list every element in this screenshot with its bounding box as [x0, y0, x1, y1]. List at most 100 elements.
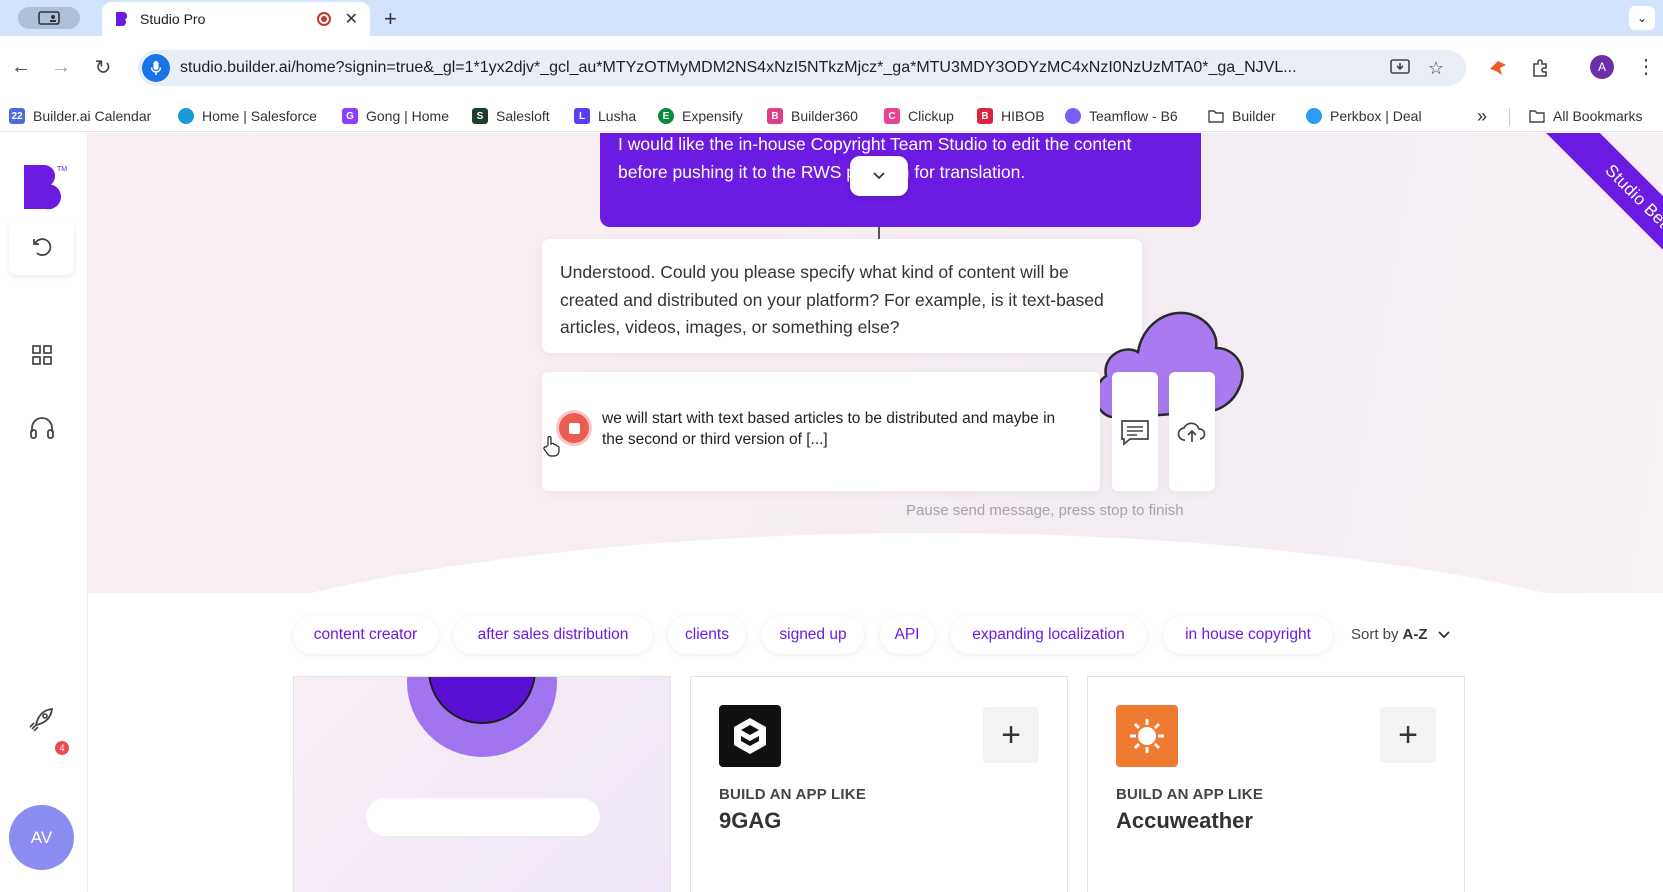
- filter-chip[interactable]: expanding localization: [950, 616, 1147, 654]
- user-avatar[interactable]: AV: [9, 805, 74, 870]
- filter-chip[interactable]: signed up: [762, 616, 864, 654]
- filter-chip[interactable]: in house copyright: [1163, 616, 1333, 654]
- filter-chip[interactable]: API: [880, 616, 934, 654]
- bookmarks-bar: 22 Builder.ai Calendar Home | Salesforce …: [0, 100, 1663, 132]
- thread-connector: [878, 227, 880, 239]
- browser-tab-active[interactable]: Studio Pro ✕: [102, 2, 370, 36]
- reload-icon[interactable]: ↻: [90, 54, 116, 80]
- bookmark-item[interactable]: L Lusha: [574, 107, 636, 125]
- recording-hint: Pause send message, press stop to finish: [906, 502, 1184, 519]
- forward-arrow-icon[interactable]: →: [48, 54, 74, 80]
- bookmark-item[interactable]: Teamflow - B6: [1065, 107, 1178, 125]
- bookmark-label: HIBOB: [1001, 108, 1045, 124]
- grid-icon: [31, 345, 52, 365]
- bookmark-label: Salesloft: [496, 108, 550, 124]
- bookmark-label: Builder360: [791, 108, 858, 124]
- launch-button[interactable]: [9, 691, 74, 747]
- bookmark-label: Lusha: [598, 108, 637, 124]
- calendar-icon: 22: [9, 108, 25, 124]
- notification-badge: 4: [55, 741, 69, 755]
- bookmark-item[interactable]: C Clickup: [884, 107, 954, 125]
- browser-tabstrip: Studio Pro ✕ + ⌄: [0, 0, 1663, 36]
- undo-icon: [32, 238, 51, 256]
- address-bar[interactable]: studio.builder.ai/home?signin=true&_gl=1…: [138, 50, 1466, 86]
- assistant-message-bubble: Understood. Could you please specify wha…: [542, 239, 1142, 353]
- bookmark-item[interactable]: B HIBOB: [977, 107, 1045, 125]
- decorative-circle-inner: [428, 677, 536, 724]
- add-template-button[interactable]: +: [983, 707, 1039, 763]
- chat-mode-button[interactable]: [1112, 372, 1158, 491]
- sort-label: Sort by: [1351, 626, 1399, 643]
- expensify-icon: E: [658, 108, 674, 124]
- card-placeholder-bar: [366, 798, 600, 836]
- transcribed-input-text: we will start with text based articles t…: [602, 410, 1056, 448]
- recording-indicator-icon: [316, 12, 331, 26]
- tab-search-chevron-icon[interactable]: ⌄: [1629, 6, 1655, 30]
- install-app-icon[interactable]: [1390, 58, 1410, 78]
- filter-chip[interactable]: clients: [668, 616, 746, 654]
- bookmark-label: Builder: [1232, 108, 1276, 124]
- sort-dropdown[interactable]: Sort by A-Z: [1351, 626, 1450, 643]
- tab-groups-icon: [38, 11, 60, 25]
- back-arrow-icon[interactable]: ←: [8, 54, 34, 80]
- url-text: studio.builder.ai/home?signin=true&_gl=1…: [180, 59, 1297, 76]
- bookmark-item[interactable]: E Expensify: [658, 107, 743, 125]
- dashboard-button[interactable]: [9, 327, 74, 383]
- new-tab-button[interactable]: +: [384, 6, 397, 32]
- salesforce-cloud-icon: [178, 108, 194, 124]
- sort-value: A-Z: [1402, 626, 1428, 643]
- all-bookmarks-button[interactable]: All Bookmarks: [1529, 107, 1642, 125]
- card-app-name: 9GAG: [719, 808, 782, 833]
- lusha-icon: L: [574, 108, 590, 124]
- all-bookmarks-label: All Bookmarks: [1553, 108, 1643, 124]
- bookmark-label: Expensify: [682, 108, 743, 124]
- expand-message-button[interactable]: [850, 156, 908, 196]
- undo-button[interactable]: [9, 219, 74, 275]
- teamflow-icon: [1065, 108, 1081, 124]
- bookmark-item[interactable]: 22 Builder.ai Calendar: [9, 107, 151, 125]
- extension-bird-icon[interactable]: [1486, 56, 1510, 80]
- bookmark-label: Gong | Home: [366, 108, 450, 124]
- bookmark-item[interactable]: Home | Salesforce: [178, 107, 317, 125]
- card-kicker: BUILD AN APP LIKE: [1116, 786, 1264, 803]
- chevron-down-icon: [873, 172, 885, 180]
- profile-avatar[interactable]: A: [1590, 55, 1614, 79]
- filter-chip[interactable]: after sales distribution: [453, 616, 653, 654]
- bookmark-item[interactable]: B Builder360: [767, 107, 858, 125]
- filter-chip[interactable]: content creator: [293, 616, 438, 654]
- folder-icon: [1208, 110, 1224, 123]
- featured-card[interactable]: [293, 676, 671, 892]
- bookmark-star-icon[interactable]: ☆: [1426, 58, 1446, 78]
- card-kicker: BUILD AN APP LIKE: [719, 786, 867, 803]
- app-template-card[interactable]: + BUILD AN APP LIKE 9GAG: [690, 676, 1068, 892]
- upload-button[interactable]: [1169, 372, 1215, 491]
- bookmarks-overflow-icon[interactable]: »: [1477, 106, 1487, 126]
- browser-menu-icon[interactable]: ⋮: [1636, 54, 1656, 79]
- bookmark-item[interactable]: S Salesloft: [472, 107, 550, 125]
- bookmark-item[interactable]: G Gong | Home: [342, 107, 449, 125]
- extensions-puzzle-icon[interactable]: [1528, 56, 1552, 80]
- 9gag-logo-icon: [719, 705, 781, 767]
- tab-title: Studio Pro: [140, 11, 206, 27]
- card-app-name: Accuweather: [1116, 808, 1253, 833]
- microphone-icon[interactable]: [142, 54, 170, 82]
- tab-groups-button[interactable]: [18, 7, 80, 29]
- svg-text:TM: TM: [57, 166, 67, 173]
- folder-icon: [1529, 110, 1545, 123]
- support-button[interactable]: [9, 401, 74, 457]
- tab-close-icon[interactable]: ✕: [345, 9, 358, 29]
- studio-app: Studio Beta TM 4 AV I would like the in-…: [0, 133, 1663, 892]
- bookmark-item[interactable]: Builder: [1208, 107, 1276, 125]
- clickup-icon: C: [884, 108, 900, 124]
- headset-icon: [29, 417, 54, 439]
- app-template-card[interactable]: + BUILD AN APP LIKE Accuweather: [1087, 676, 1465, 892]
- salesloft-icon: S: [472, 108, 488, 124]
- bookmark-label: Builder.ai Calendar: [33, 108, 152, 124]
- add-template-button[interactable]: +: [1380, 707, 1436, 763]
- rocket-icon: [28, 707, 53, 732]
- decorative-circle: [407, 677, 557, 757]
- divider: [1509, 108, 1510, 126]
- bookmark-item[interactable]: Perkbox | Deal: [1306, 107, 1422, 125]
- sidebar: TM 4 AV: [0, 133, 88, 892]
- voice-input-box[interactable]: we will start with text based articles t…: [542, 372, 1100, 491]
